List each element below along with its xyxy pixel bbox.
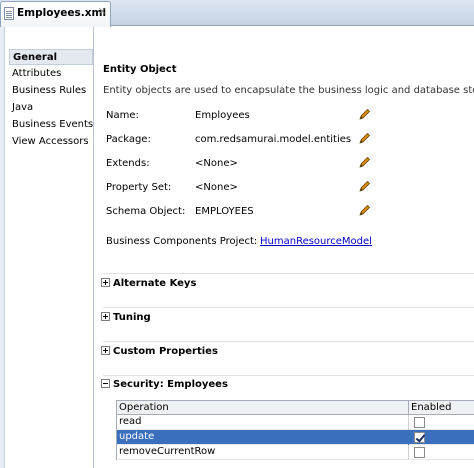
edit-package-pencil-icon[interactable] [358, 132, 371, 145]
navigation-edge [0, 27, 5, 468]
expand-icon [101, 312, 110, 321]
column-divider [408, 401, 409, 415]
operation-cell: removeCurrentRow [119, 446, 216, 457]
tab-label: Employees.xml [17, 7, 107, 19]
property-set-label: Property Set: [106, 182, 172, 193]
alternate-keys-label: Alternate Keys [113, 278, 197, 289]
column-divider [408, 445, 409, 460]
security-table: Operation Enabled read update removeCurr… [116, 400, 474, 460]
table-row[interactable]: update [117, 430, 474, 445]
operation-cell: read [119, 416, 142, 427]
package-value: com.redsamurai.model.entities [195, 134, 352, 145]
nav-item-business-rules[interactable]: Business Rules [9, 83, 93, 99]
property-set-value: <None> [195, 182, 238, 193]
enabled-checkbox[interactable] [414, 447, 425, 458]
custom-properties-label: Custom Properties [113, 346, 218, 357]
section-description: Entity objects are used to encapsulate t… [103, 85, 474, 96]
editor-tab-strip: Employees.xml × [0, 0, 474, 27]
enabled-checkbox[interactable] [414, 417, 425, 428]
nav-item-view-accessors[interactable]: View Accessors [9, 134, 93, 150]
security-expander[interactable]: Security: Employees [101, 378, 228, 390]
edit-extends-pencil-icon[interactable] [358, 156, 371, 169]
business-components-project-label: Business Components Project: [106, 236, 258, 247]
section-divider [103, 375, 474, 376]
nav-item-business-events[interactable]: Business Events [9, 117, 93, 133]
business-components-project-link[interactable]: HumanResourceModel [260, 236, 372, 247]
nav-item-java[interactable]: Java [9, 100, 93, 116]
xml-file-icon [4, 7, 14, 20]
edit-name-pencil-icon[interactable] [358, 108, 371, 121]
tuning-label: Tuning [113, 312, 151, 323]
package-label: Package: [106, 134, 151, 145]
section-divider [103, 307, 474, 308]
extends-value: <None> [195, 158, 238, 169]
section-divider [103, 273, 474, 274]
extends-label: Extends: [106, 158, 150, 169]
table-row[interactable]: read [117, 415, 474, 430]
edit-property-set-pencil-icon[interactable] [358, 180, 371, 193]
table-header: Operation Enabled [117, 401, 474, 415]
general-page: Entity Object Entity objects are used to… [95, 27, 474, 468]
section-divider [103, 341, 474, 342]
tab-employees-xml[interactable]: Employees.xml × [0, 1, 111, 27]
column-divider [408, 415, 409, 430]
column-divider [408, 430, 409, 445]
table-row[interactable]: removeCurrentRow [117, 445, 474, 460]
name-label: Name: [106, 110, 139, 121]
security-label: Security: Employees [113, 379, 228, 390]
operation-cell: update [119, 431, 155, 442]
name-value: Employees [195, 110, 250, 121]
custom-properties-expander[interactable]: Custom Properties [101, 345, 218, 357]
expand-icon [101, 278, 110, 287]
edit-schema-object-pencil-icon[interactable] [358, 204, 371, 217]
enabled-column-header[interactable]: Enabled [411, 402, 451, 413]
expand-icon [101, 346, 110, 355]
section-title: Entity Object [103, 64, 177, 75]
collapse-icon [101, 379, 110, 388]
enabled-checkbox[interactable] [414, 432, 425, 443]
nav-item-attributes[interactable]: Attributes [9, 66, 93, 82]
schema-object-value: EMPLOYEES [195, 206, 254, 217]
operation-column-header[interactable]: Operation [119, 402, 169, 413]
schema-object-label: Schema Object: [106, 206, 186, 217]
nav-item-general[interactable]: General [9, 49, 93, 65]
tuning-expander[interactable]: Tuning [101, 311, 151, 323]
alternate-keys-expander[interactable]: Alternate Keys [101, 277, 196, 289]
close-icon[interactable]: × [98, 6, 106, 17]
